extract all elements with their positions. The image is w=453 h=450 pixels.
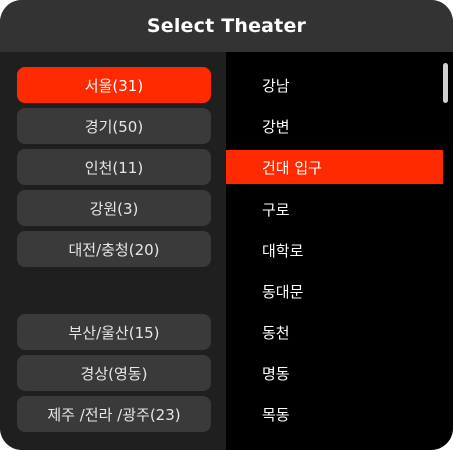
region-button-gangwon[interactable]: 강원(3): [17, 190, 211, 226]
theater-item-mokdong[interactable]: 목동: [226, 397, 443, 431]
theater-item-guro[interactable]: 구로: [226, 192, 443, 226]
theater-item-gangnam[interactable]: 강남: [226, 68, 443, 102]
modal-header: Select Theater: [0, 0, 453, 52]
theater-item-daehakro[interactable]: 대학로: [226, 233, 443, 267]
theater-list-scrollbar[interactable]: [443, 63, 448, 103]
theater-item-gangbyeon[interactable]: 강변: [226, 109, 443, 143]
theater-item-myeongdong[interactable]: 명동: [226, 356, 443, 390]
region-button-seoul[interactable]: 서울(31): [17, 67, 211, 103]
region-button-busan-ulsan[interactable]: 부산/울산(15): [17, 314, 211, 350]
region-list: 서울(31) 경기(50) 인천(11) 강원(3) 대전/충청(20) 부산/…: [0, 52, 226, 450]
theater-item-konkuk-univ[interactable]: 건대 입구: [226, 150, 443, 184]
region-button-incheon[interactable]: 인천(11): [17, 149, 211, 185]
region-button-jeju-jeolla-gwangju[interactable]: 제주 /전라 /광주(23): [17, 396, 211, 432]
modal-title: Select Theater: [146, 15, 307, 37]
region-button-daejeon-chungcheong[interactable]: 대전/충청(20): [17, 231, 211, 267]
theater-list: 강남 강변 건대 입구 구로 대학로 동대문 동천 명동 목동: [226, 52, 453, 450]
region-button-gyeonggi[interactable]: 경기(50): [17, 108, 211, 144]
theater-item-dongcheon[interactable]: 동천: [226, 315, 443, 349]
region-button-gyeongsang[interactable]: 경상(영동): [17, 355, 211, 391]
theater-item-dongdaemun[interactable]: 동대문: [226, 274, 443, 308]
select-theater-modal: Select Theater 서울(31) 경기(50) 인천(11) 강원(3…: [0, 0, 453, 450]
